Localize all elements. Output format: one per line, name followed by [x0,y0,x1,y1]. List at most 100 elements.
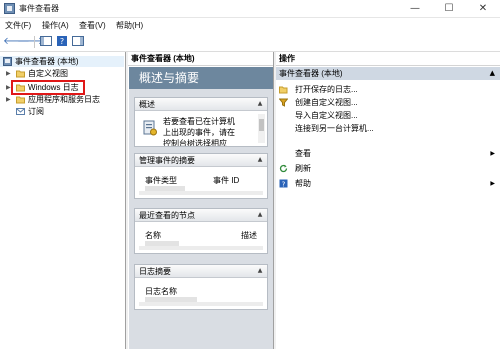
tree-item-label: 订阅 [28,107,44,116]
highlight-box [11,80,85,95]
column-header[interactable]: 日志名称 [145,286,177,297]
actions-header: 操作 [276,52,500,66]
forward-button[interactable]: 🡒 [17,35,44,49]
menu-file[interactable]: 文件(F) [5,20,31,31]
close-button[interactable]: ✕ [466,0,500,18]
console-tree: 事件查看器 (本地) ▶ 自定义视图 ▶ Windows 日志 ▶ 应用程序和服… [0,52,126,349]
action-help[interactable]: ? 帮助 ▶ [276,177,500,190]
section-header[interactable]: 日志摘要 ▲ [135,265,267,278]
refresh-icon [279,164,288,173]
overview-text-line: 上出现的事件，请在 [163,128,235,137]
tree-item-app-service-logs[interactable]: ▶ 应用程序和服务日志 [0,94,124,105]
toolbar: 🡐 🡒 ? [0,32,500,52]
admin-events-section: 管理事件的摘要 ▲ 事件类型 事件 ID [134,153,268,199]
show-hide-action-pane-button[interactable] [71,35,85,49]
tree-item-label: 自定义视图 [28,69,68,78]
section-body: 若要查看已在计算机 上出现的事件，请在 控制台树选择相应 [135,111,267,146]
vertical-scrollbar[interactable] [258,114,265,143]
overview-text-line: 控制台树选择相应 [163,139,227,146]
help-icon: ? [279,179,288,188]
section-title: 最近查看的节点 [139,211,195,220]
tree-item-custom-views[interactable]: ▶ 自定义视图 [0,68,124,79]
tree-root-label: 事件查看器 (本地) [15,57,79,66]
filter-icon [279,98,288,107]
toolbar-separator [34,36,35,48]
tree-item-label: 应用程序和服务日志 [28,95,100,104]
section-title: 概述 [139,100,155,109]
section-body: 日志名称 [135,278,267,309]
back-button[interactable]: 🡐 [3,35,30,49]
subscription-icon [16,108,25,115]
section-title: 管理事件的摘要 [139,156,195,165]
action-label: 查看 [295,149,311,158]
scrollbar-thumb[interactable] [259,119,264,131]
section-header[interactable]: 最近查看的节点 ▲ [135,209,267,222]
maximize-button[interactable]: ☐ [432,0,466,18]
submenu-arrow-icon: ▶ [490,180,495,187]
collapse-icon[interactable]: ▲ [490,67,495,80]
overview-description: 若要查看已在计算机 上出现的事件，请在 控制台树选择相应 [163,116,255,146]
window-title: 事件查看器 [19,4,59,13]
minimize-button[interactable]: — [398,0,432,18]
summary-content-area: 概述 ▲ 若要查看已在计算机 上出现的事件，请在 控制台树选择相应 管理事件的摘… [129,89,273,349]
column-header[interactable]: 事件 ID [213,175,239,186]
section-body: 名称 描述 [135,222,267,253]
event-viewer-icon [3,57,12,66]
section-header[interactable]: 概述 ▲ [135,98,267,111]
column-header[interactable]: 描述 [241,230,257,241]
menu-help[interactable]: 帮助(H) [116,20,143,31]
action-open-saved-log[interactable]: 打开保存的日志... [276,83,500,96]
action-refresh[interactable]: 刷新 [276,162,500,175]
collapse-icon[interactable]: ▲ [256,100,264,108]
svg-text:?: ? [60,37,64,46]
middle-pane-header: 事件查看器 (本地) [128,52,273,66]
horizontal-scrollbar[interactable] [139,246,263,250]
section-header[interactable]: 管理事件的摘要 ▲ [135,154,267,167]
menu-action[interactable]: 操作(A) [42,20,69,31]
actions-pane: 操作 事件查看器 (本地) ▲ 打开保存的日志... 创建自定义视图... 导入… [276,52,500,349]
overview-section: 概述 ▲ 若要查看已在计算机 上出现的事件，请在 控制台树选择相应 [134,97,268,147]
column-header[interactable]: 事件类型 [145,175,177,186]
console-tree-icon [40,36,52,46]
actions-group-title: 事件查看器 (本地) [279,69,343,78]
collapse-icon[interactable]: ▲ [256,156,264,164]
action-create-custom-view[interactable]: 创建自定义视图... [276,96,500,109]
collapse-icon[interactable]: ▲ [256,267,264,275]
action-pane-icon [72,36,84,46]
folder-open-icon [279,86,288,94]
horizontal-scrollbar[interactable] [139,191,263,195]
help-toolbar-button[interactable]: ? [55,35,69,49]
action-label: 刷新 [295,164,311,173]
svg-text:?: ? [282,180,286,188]
tree-root-event-viewer[interactable]: 事件查看器 (本地) [0,56,124,67]
actions-group-header[interactable]: 事件查看器 (本地) ▲ [276,67,500,80]
action-label: 帮助 [295,179,311,188]
overview-banner: 概述与摘要 [129,67,273,89]
action-view[interactable]: 查看 ▶ [276,147,500,160]
action-import-custom-view[interactable]: 导入自定义视图... [276,109,500,122]
action-label: 创建自定义视图... [295,98,358,107]
event-viewer-app-icon [4,3,15,14]
action-label: 连接到另一台计算机... [295,124,374,133]
event-log-icon [143,120,157,136]
horizontal-scrollbar[interactable] [139,302,263,306]
menu-view[interactable]: 查看(V) [79,20,106,31]
recent-nodes-section: 最近查看的节点 ▲ 名称 描述 [134,208,268,254]
folder-icon [16,96,25,104]
log-summary-section: 日志摘要 ▲ 日志名称 [134,264,268,310]
title-bar: 事件查看器 — ☐ ✕ [0,0,500,18]
folder-icon [16,70,25,78]
help-book-icon: ? [57,36,67,46]
overview-pane: 事件查看器 (本地) 概述与摘要 概述 ▲ 若要查看已在计算机 上出现的事件，请… [128,52,274,349]
collapse-icon[interactable]: ▲ [256,211,264,219]
submenu-arrow-icon: ▶ [490,150,495,157]
chevron-right-icon[interactable]: ▶ [6,68,13,79]
action-label: 导入自定义视图... [295,111,358,120]
action-label: 打开保存的日志... [295,85,358,94]
tree-item-subscriptions[interactable]: 订阅 [0,106,124,117]
chevron-right-icon[interactable]: ▶ [6,94,13,105]
show-hide-tree-button[interactable] [39,35,53,49]
action-connect-computer[interactable]: 连接到另一台计算机... [276,122,500,135]
section-title: 日志摘要 [139,267,171,276]
column-header[interactable]: 名称 [145,230,161,241]
